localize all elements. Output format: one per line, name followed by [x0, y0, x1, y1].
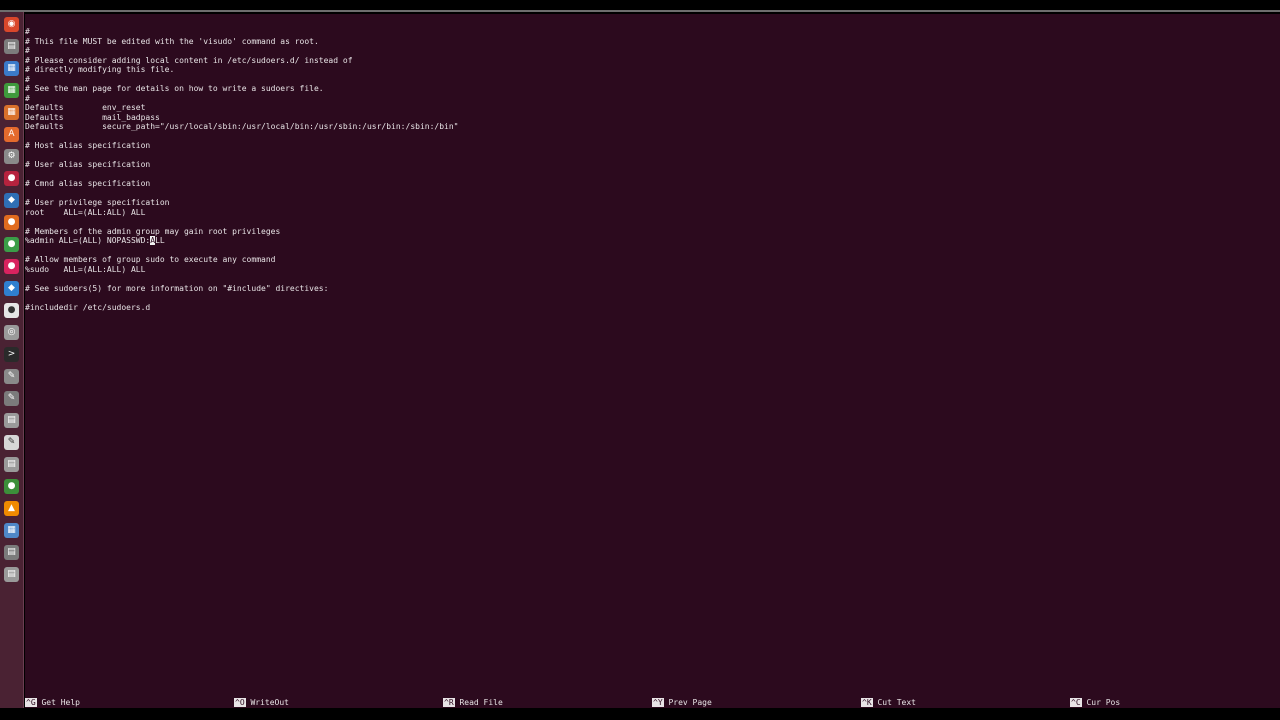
terminal-window[interactable]: # # This file MUST be edited with the 'vi…: [25, 14, 1280, 708]
nano-editor-buffer[interactable]: # # This file MUST be edited with the 'vi…: [25, 27, 458, 312]
virtualbox-icon[interactable]: ◆: [4, 193, 19, 208]
presentation-icon[interactable]: ▦: [4, 105, 19, 120]
editor-line: #: [25, 74, 30, 84]
editor-line: Defaults env_reset: [25, 103, 146, 112]
printer-icon[interactable]: ▤: [4, 457, 19, 472]
settings-icon[interactable]: ⚙: [4, 149, 19, 164]
vscode-icon[interactable]: ◆: [4, 281, 19, 296]
editor-line: # User privilege specification: [25, 198, 170, 207]
document-icon[interactable]: ▦: [4, 61, 19, 76]
terminal-icon[interactable]: >: [4, 347, 19, 362]
app-icon-green[interactable]: ●: [4, 479, 19, 494]
shortcut-key: ^Y: [652, 698, 664, 707]
editor-line: # Cmnd alias specification: [25, 179, 151, 188]
trash-icon[interactable]: ▤: [4, 567, 19, 582]
shortcut-key: ^K: [861, 698, 873, 707]
chrome-icon[interactable]: ●: [4, 237, 19, 252]
editor-line: # See sudoers(5) for more information on…: [25, 283, 329, 293]
editor-line: # Please consider adding local content i…: [25, 55, 353, 65]
app-icon-pink[interactable]: ●: [4, 259, 19, 274]
shortcut-label: Read File: [459, 698, 503, 707]
editor-line-cursor: %admin ALL=(ALL) NOPASSWD:ALL: [25, 236, 458, 246]
spreadsheet-icon[interactable]: ▦: [4, 83, 19, 98]
unity-launcher: ◉ ▤ ▦ ▦ ▦ A ⚙ ● ◆ ● ● ● ◆ ● ◎ > ✎ ✎ ▤ ✎ ▤ ● ▲ ▦ ▤ ▤: [0, 12, 24, 708]
editor-line: # Host alias specification: [25, 141, 151, 150]
shortcut-writeout[interactable]: ^O WriteOut: [234, 697, 289, 708]
shortcut-get-help[interactable]: ^G Get Help: [25, 697, 80, 708]
editor-line: # directly modifying this file.: [25, 65, 175, 74]
app-icon-grey[interactable]: ▤: [4, 413, 19, 428]
camera-icon[interactable]: ◎: [4, 325, 19, 340]
shortcut-label: WriteOut: [250, 698, 289, 707]
notes-icon[interactable]: ✎: [4, 435, 19, 450]
editor-line: %sudo ALL=(ALL:ALL) ALL: [25, 264, 146, 274]
vlc-icon[interactable]: ▲: [4, 501, 19, 516]
editor-line: # Members of the admin group may gain ro…: [25, 226, 281, 236]
text-editor-icon[interactable]: ✎: [4, 369, 19, 384]
editor-line: #includedir /etc/sudoers.d: [25, 302, 151, 312]
editor-line: # See the man page for details on how to…: [25, 84, 324, 93]
bottom-strip: [0, 708, 1280, 720]
shortcut-key: ^O: [234, 698, 246, 707]
shortcut-cur-pos[interactable]: ^C Cur Pos: [1070, 697, 1120, 708]
app-icon-white[interactable]: ●: [4, 303, 19, 318]
editor-line: root ALL=(ALL:ALL) ALL: [25, 207, 146, 217]
editor-line: # This file MUST be edited with the 'vis…: [25, 36, 319, 46]
editor-line: # User alias specification: [25, 160, 151, 169]
workspace-switcher-icon[interactable]: ▦: [4, 523, 19, 538]
shortcut-key: ^R: [443, 698, 455, 707]
files-icon[interactable]: ▤: [4, 39, 19, 54]
shortcut-label: Get Help: [41, 698, 80, 707]
dash-icon[interactable]: ◉: [4, 17, 19, 32]
cursor-line-text: %admin ALL=(ALL) NOPASSWD:: [25, 236, 151, 245]
editor-line: #: [25, 46, 30, 55]
shortcut-label: Cur Pos: [1086, 698, 1121, 707]
shortcut-prev-page[interactable]: ^Y Prev Page: [652, 697, 712, 708]
shortcut-cut-text[interactable]: ^K Cut Text: [861, 697, 916, 708]
desktop-screen: ◉ ▤ ▦ ▦ ▦ A ⚙ ● ◆ ● ● ● ◆ ● ◎ > ✎ ✎ ▤ ✎ ▤ ● ▲ ▦ ▤ ▤ # # This file …: [0, 0, 1280, 720]
app-icon-dark[interactable]: ▤: [4, 545, 19, 560]
editor-line: #: [25, 93, 30, 103]
editor-line: Defaults mail_badpass: [25, 112, 160, 122]
shortcut-label: Prev Page: [668, 698, 712, 707]
editor-line: Defaults secure_path="/usr/local/sbin:/u…: [25, 122, 459, 131]
app-icon-red[interactable]: ●: [4, 171, 19, 186]
shortcut-key: ^G: [25, 698, 37, 707]
editor-line: # Allow members of group sudo to execute…: [25, 255, 276, 264]
shortcut-key: ^C: [1070, 698, 1082, 707]
editor-line: #: [25, 27, 30, 36]
firefox-icon[interactable]: ●: [4, 215, 19, 230]
tool-icon[interactable]: ✎: [4, 391, 19, 406]
shortcut-read-file[interactable]: ^R Read File: [443, 697, 503, 708]
top-panel: [0, 0, 1280, 12]
nano-shortcut-bar: ^G Get Help ^O WriteOut ^R Read File ^Y …: [25, 697, 1280, 708]
software-center-icon[interactable]: A: [4, 127, 19, 142]
cursor-line-text: LL: [155, 236, 165, 245]
shortcut-label: Cut Text: [877, 698, 916, 707]
